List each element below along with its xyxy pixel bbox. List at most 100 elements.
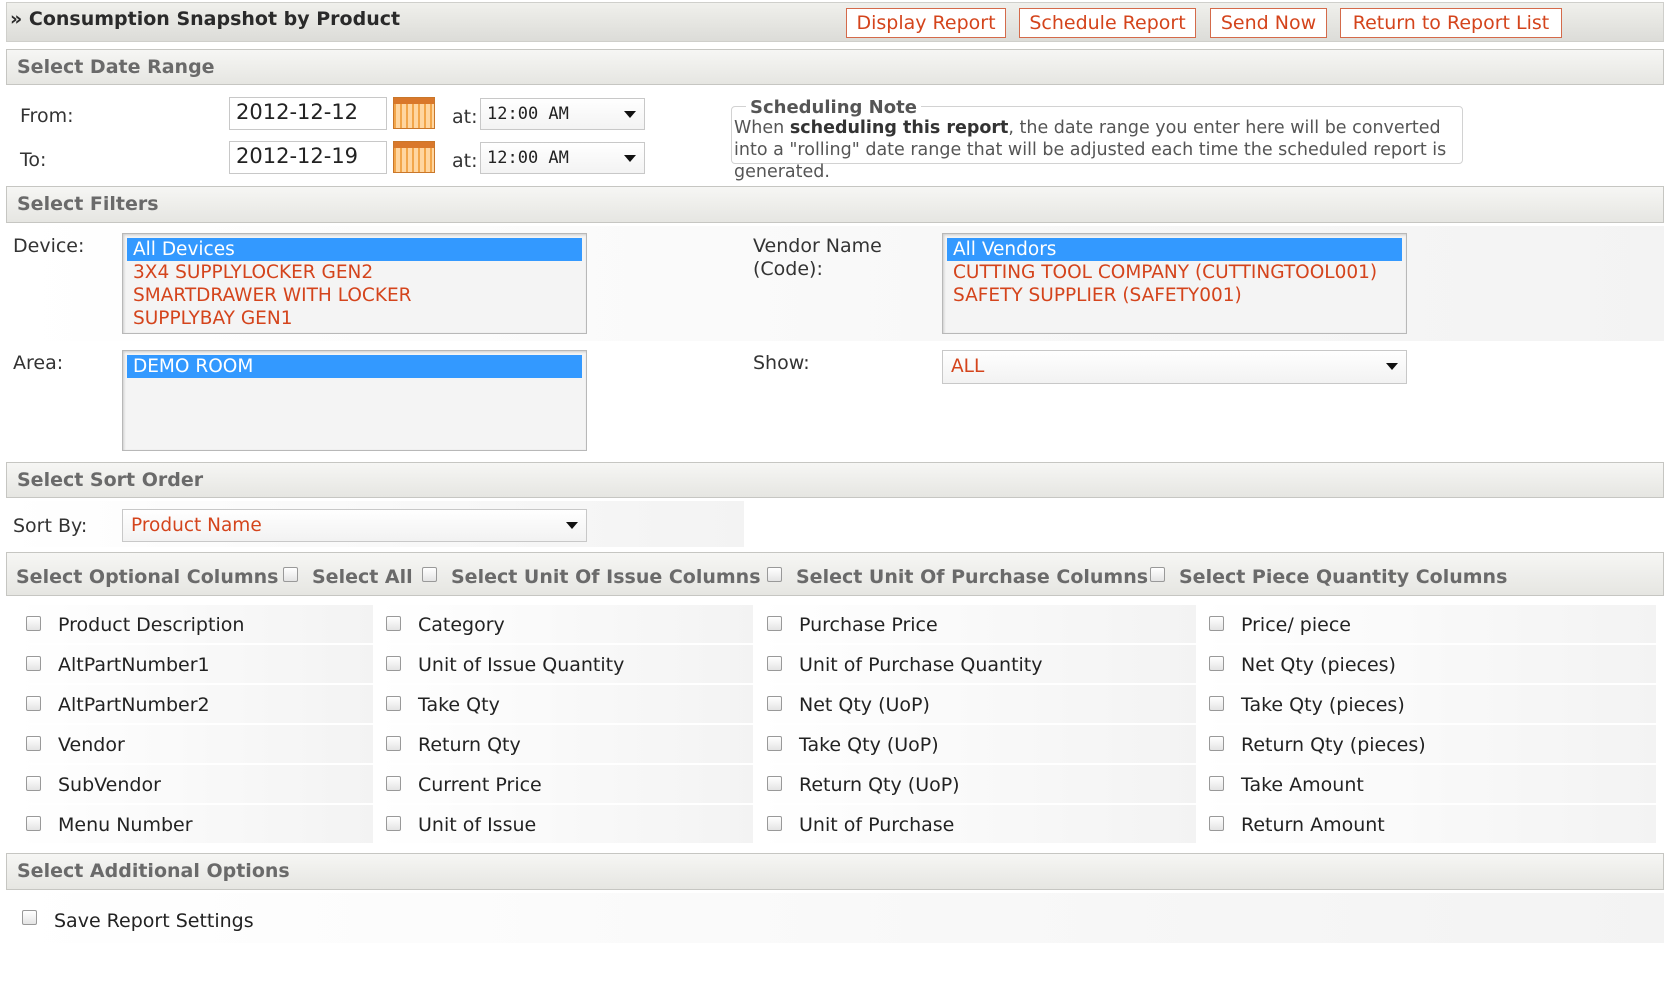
column-option-label[interactable]: Net Qty (UoP)	[799, 694, 930, 716]
column-option-label[interactable]: Purchase Price	[799, 614, 938, 636]
column-option-checkbox[interactable]	[26, 776, 41, 791]
column-option-checkbox[interactable]	[26, 816, 41, 831]
sort-by-select[interactable]: Product Name	[122, 509, 587, 542]
column-option-checkbox[interactable]	[26, 736, 41, 751]
select-unit-of-purchase-checkbox[interactable]	[767, 567, 782, 582]
save-report-settings-label[interactable]: Save Report Settings	[54, 910, 254, 932]
select-all-label[interactable]: Select All	[312, 566, 413, 588]
device-option[interactable]: 3X4 SUPPLYLOCKER GEN2	[127, 261, 582, 284]
column-option-checkbox[interactable]	[767, 656, 782, 671]
page-title-text: Consumption Snapshot by Product	[28, 8, 401, 30]
device-listbox[interactable]: All Devices 3X4 SUPPLYLOCKER GEN2 SMARTD…	[122, 233, 587, 334]
column-option-checkbox[interactable]	[767, 816, 782, 831]
column-option-label[interactable]: Unit of Issue	[418, 814, 536, 836]
scheduling-note-legend: Scheduling Note	[746, 97, 921, 118]
column-option-label[interactable]: Unit of Purchase Quantity	[799, 654, 1043, 676]
column-option-label[interactable]: Return Qty (pieces)	[1241, 734, 1426, 756]
section-additional-options: Select Additional Options	[6, 853, 1664, 890]
select-unit-of-purchase-label[interactable]: Select Unit Of Purchase Columns	[796, 566, 1148, 588]
select-unit-of-issue-checkbox[interactable]	[422, 567, 437, 582]
column-option-checkbox[interactable]	[386, 736, 401, 751]
to-date-input[interactable]: 2012-12-19	[229, 141, 387, 174]
schedule-report-button[interactable]: Schedule Report	[1019, 8, 1196, 38]
from-calendar-icon[interactable]	[393, 97, 435, 129]
from-label: From:	[20, 105, 74, 127]
column-option-checkbox[interactable]	[1209, 656, 1224, 671]
column-option-checkbox[interactable]	[386, 776, 401, 791]
vendor-listbox[interactable]: All Vendors CUTTING TOOL COMPANY (CUTTIN…	[942, 233, 1407, 334]
column-option-checkbox[interactable]	[767, 776, 782, 791]
column-option-label[interactable]: Return Qty	[418, 734, 521, 756]
column-option-checkbox[interactable]	[386, 616, 401, 631]
column-option-label[interactable]: AltPartNumber1	[58, 654, 210, 676]
column-option-checkbox[interactable]	[386, 816, 401, 831]
column-option-checkbox[interactable]	[1209, 736, 1224, 751]
column-option-label[interactable]: Category	[418, 614, 505, 636]
column-option-checkbox[interactable]	[26, 696, 41, 711]
from-at-label: at:	[452, 106, 478, 128]
select-unit-of-issue-label[interactable]: Select Unit Of Issue Columns	[451, 566, 761, 588]
column-option-label[interactable]: Net Qty (pieces)	[1241, 654, 1396, 676]
send-now-button[interactable]: Send Now	[1210, 8, 1327, 38]
column-option-label[interactable]: Current Price	[418, 774, 542, 796]
vendor-option[interactable]: SAFETY SUPPLIER (SAFETY001)	[947, 284, 1402, 307]
sort-by-value: Product Name	[131, 515, 262, 536]
section-sort-order: Select Sort Order	[6, 462, 1664, 498]
to-at-label: at:	[452, 150, 478, 172]
column-option-checkbox[interactable]	[26, 656, 41, 671]
to-time-select[interactable]: 12:00 AM	[480, 142, 645, 174]
column-option-checkbox[interactable]	[386, 696, 401, 711]
to-calendar-icon[interactable]	[393, 141, 435, 173]
area-option[interactable]: DEMO ROOM	[127, 355, 582, 378]
from-time-select[interactable]: 12:00 AM	[480, 98, 645, 130]
area-label: Area:	[13, 352, 64, 374]
save-report-settings-checkbox[interactable]	[22, 910, 37, 925]
column-option-checkbox[interactable]	[1209, 696, 1224, 711]
column-option-checkbox[interactable]	[1209, 776, 1224, 791]
chevron-down-icon	[624, 111, 636, 118]
chevron-down-icon	[566, 522, 578, 529]
column-option-label[interactable]: Menu Number	[58, 814, 193, 836]
column-option-label[interactable]: Unit of Issue Quantity	[418, 654, 624, 676]
additional-row-bg	[6, 893, 1664, 943]
area-listbox[interactable]: DEMO ROOM	[122, 350, 587, 451]
device-option[interactable]: SUPPLYBAY GEN1	[127, 307, 582, 330]
column-option-checkbox[interactable]	[386, 656, 401, 671]
column-option-label[interactable]: Return Amount	[1241, 814, 1385, 836]
return-to-report-list-button[interactable]: Return to Report List	[1340, 8, 1562, 38]
display-report-button[interactable]: Display Report	[846, 8, 1006, 38]
vendor-option[interactable]: All Vendors	[947, 238, 1402, 261]
column-option-label[interactable]: Vendor	[58, 734, 125, 756]
column-option-label[interactable]: Unit of Purchase	[799, 814, 954, 836]
select-piece-quantity-checkbox[interactable]	[1150, 567, 1165, 582]
column-option-checkbox[interactable]	[1209, 616, 1224, 631]
column-option-checkbox[interactable]	[767, 616, 782, 631]
to-time-value: 12:00 AM	[487, 148, 569, 168]
vendor-label-line1: Vendor Name	[753, 235, 882, 257]
vendor-option[interactable]: CUTTING TOOL COMPANY (CUTTINGTOOL001)	[947, 261, 1402, 284]
from-date-input[interactable]: 2012-12-12	[229, 97, 387, 130]
column-option-checkbox[interactable]	[767, 696, 782, 711]
to-label: To:	[20, 149, 47, 171]
device-option[interactable]: SMARTDRAWER WITH LOCKER	[127, 284, 582, 307]
column-option-label[interactable]: Price/ piece	[1241, 614, 1351, 636]
column-option-label[interactable]: Take Qty	[418, 694, 500, 716]
column-option-label[interactable]: Product Description	[58, 614, 244, 636]
column-option-label[interactable]: Take Qty (pieces)	[1241, 694, 1405, 716]
column-option-checkbox[interactable]	[26, 616, 41, 631]
column-option-checkbox[interactable]	[1209, 816, 1224, 831]
show-label: Show:	[753, 352, 810, 374]
chevron-down-icon	[624, 155, 636, 162]
show-select-value: ALL	[951, 356, 985, 377]
column-option-label[interactable]: Return Qty (UoP)	[799, 774, 960, 796]
column-option-label[interactable]: Take Qty (UoP)	[799, 734, 939, 756]
column-option-checkbox[interactable]	[767, 736, 782, 751]
column-option-label[interactable]: Take Amount	[1241, 774, 1364, 796]
select-all-checkbox[interactable]	[283, 567, 298, 582]
select-piece-quantity-label[interactable]: Select Piece Quantity Columns	[1179, 566, 1507, 588]
device-option[interactable]: All Devices	[127, 238, 582, 261]
show-select[interactable]: ALL	[942, 350, 1407, 384]
column-option-label[interactable]: SubVendor	[58, 774, 161, 796]
column-option-label[interactable]: AltPartNumber2	[58, 694, 210, 716]
sort-by-label: Sort By:	[13, 515, 88, 537]
